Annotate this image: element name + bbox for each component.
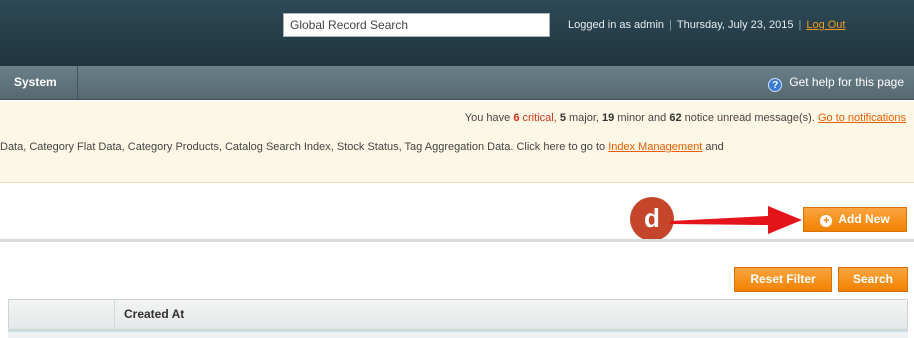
add-new-button[interactable]: + Add New [803, 207, 907, 232]
grid-header: Created At [8, 299, 908, 330]
divider [0, 239, 914, 242]
minor-word: minor and [617, 112, 667, 124]
index-notice-suffix: and [705, 141, 724, 153]
minor-count: 19 [602, 112, 615, 124]
logout-link[interactable]: Log Out [806, 19, 845, 31]
help-label: Get help for this page [789, 75, 904, 89]
index-notice-text: Data, Category Flat Data, Category Produ… [0, 141, 606, 153]
notif-prefix: You have [464, 112, 511, 124]
date-text: Thursday, July 23, 2015 [676, 19, 794, 31]
help-link[interactable]: ? Get help for this page [768, 66, 904, 99]
user-bar: Logged in as admin | Thursday, July 23, 20… [568, 19, 845, 31]
index-notice: Data, Category Flat Data, Category Produ… [0, 141, 724, 153]
help-icon: ? [768, 78, 783, 92]
annotation-arrow-icon [670, 206, 802, 234]
notice-count: 62 [669, 112, 682, 124]
separator: | [669, 19, 672, 31]
critical-count: 6 [513, 112, 520, 124]
global-search-input[interactable]: Global Record Search [283, 13, 550, 37]
major-count: 5 [559, 112, 566, 124]
main-nav: System ? Get help for this page [0, 66, 914, 100]
admin-header: Global Record Search Logged in as admin |… [0, 0, 914, 66]
notice-area: You have 6 critical, 5 major, 19 minor a… [0, 101, 914, 183]
critical-word: critical, [522, 112, 557, 124]
notifications-message: You have 6 critical, 5 major, 19 minor a… [465, 112, 906, 124]
search-button[interactable]: Search [838, 267, 908, 292]
nav-item-system[interactable]: System [0, 66, 78, 99]
annotation-step-marker: d [630, 197, 674, 241]
grid-column-header[interactable] [9, 300, 115, 329]
notice-word: notice unread message(s). [684, 112, 815, 124]
major-word: major, [569, 112, 599, 124]
reset-filter-button[interactable]: Reset Filter [734, 267, 832, 292]
grid-filter-row [8, 330, 908, 338]
add-new-label: Add New [838, 212, 890, 226]
index-management-link[interactable]: Index Management [608, 141, 702, 153]
plus-icon: + [820, 215, 833, 227]
grid-column-created-at[interactable]: Created At [124, 300, 184, 329]
go-to-notifications-link[interactable]: Go to notifications [818, 112, 906, 124]
separator: | [798, 19, 802, 31]
logged-in-text: Logged in as admin [568, 19, 665, 31]
